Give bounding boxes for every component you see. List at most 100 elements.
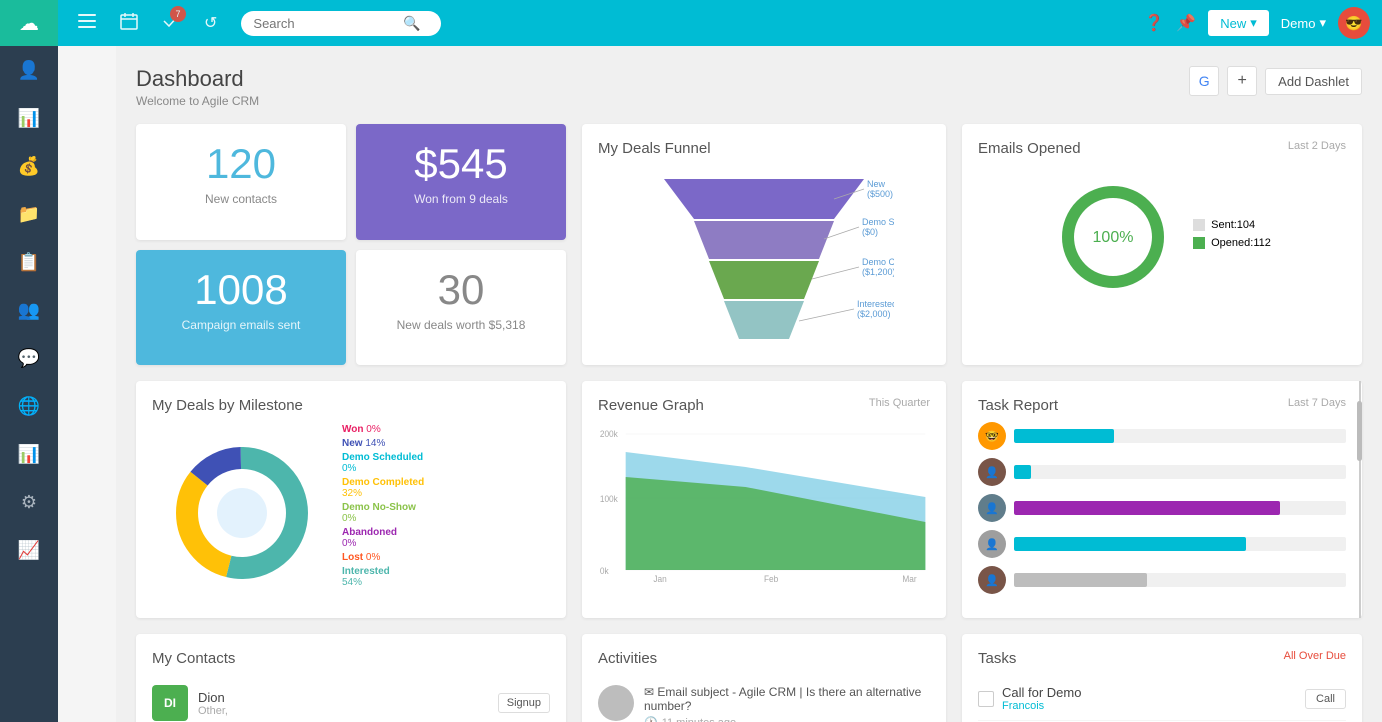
task-checkbox-1[interactable]: [978, 691, 994, 707]
lost-pct: 0%: [366, 552, 380, 563]
dropdown-arrow-icon: ▾: [1250, 15, 1257, 31]
calendar-icon[interactable]: [112, 8, 146, 39]
revenue-svg: 200k 100k 0k Jan Feb Mar: [598, 422, 930, 582]
activities-dashlet: Activities ✉ Email subject - Agile CRM |…: [582, 634, 946, 722]
tasks-icon[interactable]: 7: [154, 8, 188, 39]
dashboard-header: Dashboard Welcome to Agile CRM G + Add D…: [136, 66, 1362, 108]
search-input[interactable]: [253, 16, 403, 31]
left-sidebar: ☁ 👤 📊 💰 📁 📋 👥 💬 🌐 📊 ⚙ 📈: [0, 0, 58, 722]
task-avatar-5: 👤: [978, 566, 1006, 594]
new-label: New: [342, 438, 363, 449]
dashlet-grid-middle: My Deals by Milestone Won: [136, 381, 1362, 618]
dashlet-grid-top: 120 New contacts $545 Won from 9 deals 1…: [136, 124, 1362, 365]
add-dashlet-button[interactable]: Add Dashlet: [1265, 68, 1362, 95]
task-bar-4: [1014, 537, 1346, 551]
user-avatar[interactable]: 😎: [1338, 7, 1370, 39]
donut-container: 100% Sent:104 Opened:112: [978, 177, 1346, 297]
legend-abandoned: Abandoned 0%: [342, 527, 424, 549]
task-row-3: 👤: [978, 494, 1346, 522]
task-avatar-1: 🤓: [978, 422, 1006, 450]
legend-new: New 14%: [342, 438, 424, 449]
demo-button[interactable]: Demo ▾: [1281, 15, 1326, 31]
dashboard-title-area: Dashboard Welcome to Agile CRM: [136, 66, 259, 108]
abandoned-label: Abandoned: [342, 527, 397, 538]
task-row-1: 🤓: [978, 422, 1346, 450]
won-amount: $545: [372, 140, 550, 188]
new-button[interactable]: New ▾: [1208, 10, 1269, 36]
donut-legend: Sent:104 Opened:112: [1193, 219, 1271, 255]
sidebar-item-global[interactable]: 🌐: [0, 382, 58, 430]
funnel-title: My Deals Funnel: [598, 140, 930, 157]
task-avatar-4: 👤: [978, 530, 1006, 558]
search-bar[interactable]: 🔍: [241, 11, 441, 36]
svg-text:($0): ($0): [862, 227, 878, 237]
pie-legend: Won 0% New 14% Demo Scheduled 0% Demo Co…: [342, 424, 424, 591]
task-avatar-3: 👤: [978, 494, 1006, 522]
pin-icon[interactable]: 📌: [1176, 13, 1196, 33]
sidebar-item-teams[interactable]: 👥: [0, 286, 58, 334]
task-avatar-2: 👤: [978, 458, 1006, 486]
new-contacts-card: 120 New contacts: [136, 124, 346, 240]
demo-noshow-pct: 0%: [342, 513, 356, 524]
task-bar-fill-1: [1014, 429, 1114, 443]
sidebar-item-files[interactable]: 📁: [0, 190, 58, 238]
tasks-badge: 7: [170, 6, 186, 22]
svg-text:200k: 200k: [600, 429, 619, 439]
task-person-1[interactable]: Francois: [1002, 700, 1297, 712]
add-dashlet-icon-btn[interactable]: +: [1227, 66, 1257, 96]
legend-lost: Lost 0%: [342, 552, 424, 563]
sidebar-item-analytics[interactable]: 📈: [0, 526, 58, 574]
pie-chart: [152, 428, 332, 588]
activity-time-1: 🕐 11 minutes ago: [644, 716, 930, 722]
contact-action-dion[interactable]: Signup: [498, 693, 550, 713]
task-bar-fill-5: [1014, 573, 1147, 587]
contact-avatar-dion: DI: [152, 685, 188, 721]
cloud-icon: ☁: [19, 11, 39, 36]
sidebar-item-settings[interactable]: ⚙: [0, 478, 58, 526]
deals-funnel-dashlet: My Deals Funnel New ($500) Demo Schedule…: [582, 124, 946, 365]
bottom-grid: My Contacts DI Dion Other, Signup RE Act…: [136, 634, 1362, 722]
campaign-number: 1008: [152, 266, 330, 314]
opened-color-dot: [1193, 237, 1205, 249]
activity-avatar-1: [598, 685, 634, 721]
revenue-title: Revenue Graph: [598, 397, 704, 414]
task-row-2: 👤: [978, 458, 1346, 486]
abandoned-pct: 0%: [342, 538, 356, 549]
help-icon[interactable]: ❓: [1144, 13, 1164, 33]
app-logo: ☁: [0, 0, 58, 46]
task-bar-2: [1014, 465, 1346, 479]
campaign-label: Campaign emails sent: [152, 318, 330, 332]
task-report-header: Task Report Last 7 Days: [978, 397, 1346, 414]
svg-text:Interested: Interested: [857, 299, 894, 309]
revenue-dashlet: Revenue Graph This Quarter 200k 100k 0k: [582, 381, 946, 618]
google-icon-btn[interactable]: G: [1189, 66, 1219, 96]
won-label: Won from 9 deals: [372, 192, 550, 206]
opened-label: Opened:112: [1211, 237, 1271, 249]
top-nav-right: ❓ 📌 New ▾ Demo ▾ 😎: [1144, 7, 1370, 39]
svg-text:100%: 100%: [1093, 229, 1134, 246]
sidebar-item-reports[interactable]: 📊: [0, 430, 58, 478]
clock-icon: 🕐: [644, 716, 658, 722]
revenue-chart: 200k 100k 0k Jan Feb Mar: [598, 422, 930, 587]
sidebar-item-deals[interactable]: 💰: [0, 142, 58, 190]
sidebar-item-dashboard[interactable]: 📊: [0, 94, 58, 142]
task-item-1: Call for Demo Francois Call: [978, 677, 1346, 721]
emails-header: Emails Opened Last 2 Days: [978, 140, 1346, 157]
task-report-title: Task Report: [978, 397, 1058, 414]
contact-sub-dion: Other,: [198, 705, 228, 717]
won-deals-card: $545 Won from 9 deals: [356, 124, 566, 240]
sent-color-dot: [1193, 219, 1205, 231]
contacts-title: My Contacts: [152, 650, 550, 667]
task-bar-5: [1014, 573, 1346, 587]
legend-sent: Sent:104: [1193, 219, 1271, 231]
sidebar-item-contacts[interactable]: 👤: [0, 46, 58, 94]
history-icon[interactable]: ↺: [196, 9, 225, 37]
lost-label: Lost: [342, 552, 363, 563]
sidebar-item-documents[interactable]: 📋: [0, 238, 58, 286]
menu-icon[interactable]: [70, 10, 104, 37]
task-action-button-1[interactable]: Call: [1305, 689, 1346, 709]
funnel-svg: New ($500) Demo Scheduled ($0) Demo Comp…: [634, 169, 894, 349]
sidebar-item-messages[interactable]: 💬: [0, 334, 58, 382]
demo-sched-pct: 0%: [342, 463, 356, 474]
legend-demo-scheduled: Demo Scheduled 0%: [342, 452, 424, 474]
